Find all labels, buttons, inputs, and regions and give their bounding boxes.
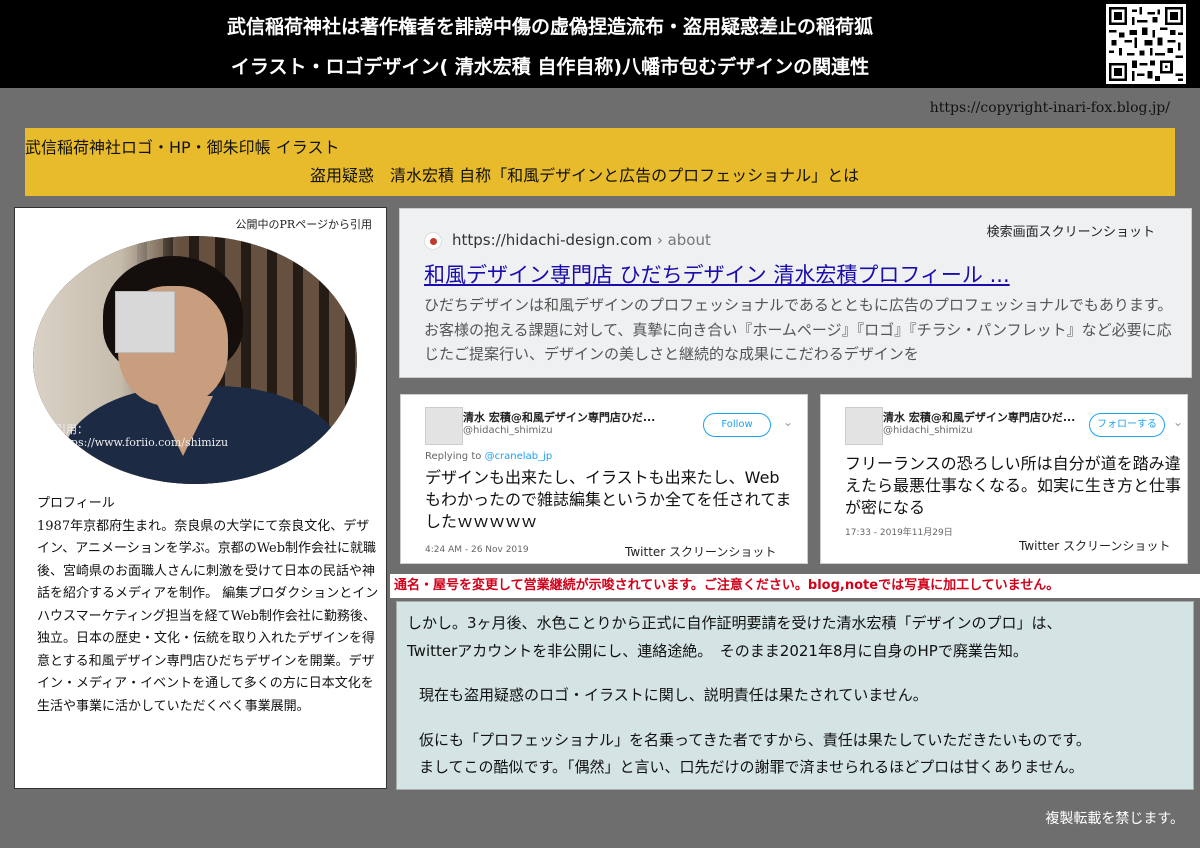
banner-line2: 盗用疑惑 清水宏積 自称「和風デザインと広告のプロフェッショナル」とは [310,166,860,185]
avatar [845,407,883,445]
profile-cite: 公開中のPRページから引用 [235,218,372,231]
mention-link[interactable]: @cranelab_jp [485,451,553,462]
follow-button[interactable]: フォローする [1089,413,1165,437]
profile-bio: プロフィール 1987年京都府生まれ。奈良県の大学にて奈良文化、デザイン、アニメ… [37,493,382,718]
search-screenshot-label: 検索画面スクリーンショット [986,225,1155,240]
tweet-screenshot-label: Twitter スクリーンショット [1019,539,1171,553]
banner-line1: 武信稲荷神社ロゴ・HP・御朱印帳 イラスト [25,138,340,157]
copyright-footer: 複製転載を禁じます。 [1045,811,1184,827]
tweet-author-name[interactable]: 清水 宏積@和風デザイン専門店ひだ... [463,409,655,425]
photo-caption-label: 引用： [55,423,88,436]
qr-code-icon[interactable] [1106,4,1186,84]
face-mosaic [115,291,175,353]
chevron-down-icon[interactable]: ⌄ [1173,415,1183,429]
search-result-screenshot: 検索画面スクリーンショット https://hidachi-design.com… [399,208,1192,378]
blog-url[interactable]: https://copyright-inari-fox.blog.jp/ [930,100,1170,116]
statement-line: 仮にも「プロフェッショナル」を名乗ってきた者ですから、責任は果たしていただきたい… [419,731,1091,749]
subject-banner: 武信稲荷神社ロゴ・HP・御朱印帳 イラスト 盗用疑惑 清水宏積 自称「和風デザイ… [25,128,1175,196]
statement-line: Twitterアカウントを非公開にし、連絡途絶。 そのまま2021年8月に自身の… [407,642,1028,660]
follow-button[interactable]: Follow [703,413,771,437]
tweet-card: 清水 宏積@和風デザイン専門店ひだ... @hidachi_shimizu フォ… [820,394,1188,564]
tweet-card: 清水 宏積@和風デザイン専門店ひだ... @hidachi_shimizu Fo… [400,394,808,564]
tweet-author-handle[interactable]: @hidachi_shimizu [883,425,973,436]
tweet-reply-to: Replying to @cranelab_jp [425,451,553,462]
tweet-body: デザインも出来たし、イラストも出来たし、Webもわかったので雑誌編集というか全て… [425,468,792,531]
header-bar: 武信稲荷神社は著作権者を誹謗中傷の虚偽捏造流布・盗用疑惑差止の稲荷狐 イラスト・… [0,0,1200,88]
tweet-date[interactable]: 4:24 AM - 26 Nov 2019 [425,545,529,555]
search-result-snippet: ひだちデザインは和風デザインのプロフェッショナルであるとともに広告のプロフェッシ… [424,296,1173,363]
photo-caption-url: https://www.foriio.com/shimizu [55,436,229,449]
warning-notice: 通名・屋号を変更して営業継続が示唆されています。ご注意ください。blog,not… [390,574,1200,598]
tweet-author-name[interactable]: 清水 宏積@和風デザイン専門店ひだ... [883,409,1075,425]
search-result-title-link[interactable]: 和風デザイン専門店 ひだちデザイン 清水宏積プロフィール ... [424,259,1010,289]
profile-card: 公開中のPRページから引用 引用： https://www.foriio.com… [14,207,387,789]
header-title-line2: イラスト・ロゴデザイン( 清水宏積 自作自称)八幡市包むデザインの関連性 [230,56,870,78]
statement-line: 現在も盗用疑惑のロゴ・イラストに関し、説明責任は果たされていません。 [419,686,928,704]
statement-line: しかし。3ヶ月後、水色ことりから正式に自作証明要請を受けた清水宏積「デザインのプ… [407,614,1062,632]
bio-heading: プロフィール [37,496,115,511]
tweet-screenshot-label: Twitter スクリーンショット [625,545,777,559]
search-result-url[interactable]: https://hidachi-design.com › about [452,231,711,249]
tweet-author-handle[interactable]: @hidachi_shimizu [463,425,553,436]
statement-box: しかし。3ヶ月後、水色ことりから正式に自作証明要請を受けた清水宏積「デザインのプ… [396,601,1194,790]
avatar [425,407,463,445]
chevron-down-icon[interactable]: ⌄ [783,415,793,429]
header-title-line1: 武信稲荷神社は著作権者を誹謗中傷の虚偽捏造流布・盗用疑惑差止の稲荷狐 [226,16,873,38]
statement-line: ましてこの酷似です。「偶然」と言い、口先だけの謝罪で済ませられるほどプロは甘くあ… [419,758,1084,776]
tweet-date[interactable]: 17:33 - 2019年11月29日 [845,525,953,538]
site-favicon-icon [424,232,442,250]
profile-photo: 引用： https://www.foriio.com/shimizu [33,236,357,484]
bio-text: 1987年京都府生まれ。奈良県の大学にて奈良文化、デザイン、アニメーションを学ぶ… [37,518,379,714]
tweet-body: フリーランスの恐ろしい所は自分が道を踏み違えたら最悪仕事なくなる。如実に生き方と… [845,454,1182,517]
